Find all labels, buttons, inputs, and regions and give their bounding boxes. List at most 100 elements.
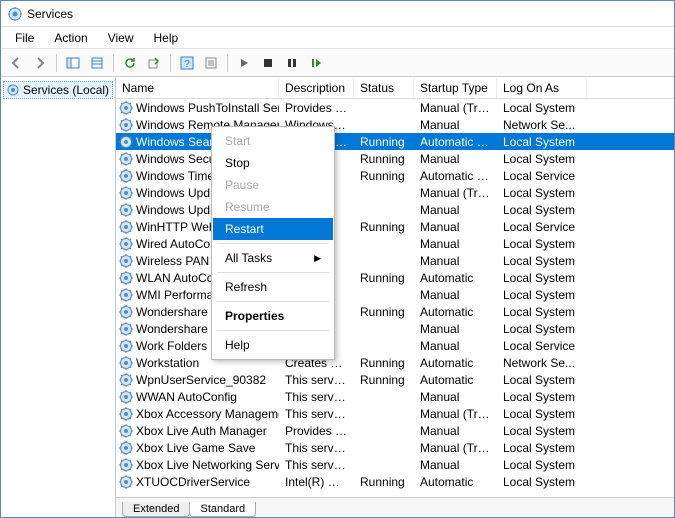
title-bar: Services — [1, 1, 674, 27]
service-startup: Manual — [414, 152, 497, 166]
tree-pane: Services (Local) — [1, 77, 116, 517]
col-header-status[interactable]: Status — [354, 78, 414, 98]
service-status: Running — [354, 475, 414, 489]
submenu-caret-icon: ▶ — [314, 253, 321, 264]
restart-service-button[interactable] — [305, 52, 327, 74]
service-startup: Automatic — [414, 475, 497, 489]
service-logon: Local Service — [497, 220, 587, 234]
services-icon — [6, 83, 20, 97]
service-desc: Intel(R) Over... — [279, 475, 354, 489]
service-name: XTUOCDriverService — [136, 475, 250, 489]
service-name: Windows Secu — [136, 152, 215, 166]
gear-icon — [119, 475, 133, 489]
export-list-button[interactable] — [86, 52, 108, 74]
menu-item-help[interactable]: Help — [213, 334, 333, 356]
service-logon: Local System — [497, 271, 587, 285]
service-row[interactable]: Windows PushToInstall Servi...Provides i… — [116, 99, 674, 116]
properties-button[interactable] — [200, 52, 222, 74]
menu-bar: File Action View Help — [1, 27, 674, 49]
service-startup: Manual (Trigg... — [414, 101, 497, 115]
service-startup: Manual (Trigg... — [414, 441, 497, 455]
tab-extended[interactable]: Extended — [122, 502, 190, 517]
service-row[interactable]: WLAN AutoCo...RunningAutomaticLocal Syst… — [116, 269, 674, 286]
col-header-name[interactable]: Name — [116, 78, 279, 98]
service-row[interactable]: Xbox Accessory Managemen...This service … — [116, 405, 674, 422]
menu-item-label: All Tasks — [225, 251, 272, 265]
service-row[interactable]: XTUOCDriverService Intel(R) Over...Runnin… — [116, 473, 674, 490]
service-logon: Local System — [497, 101, 587, 115]
service-row[interactable]: WorkstationCreates and ...RunningAutomat… — [116, 354, 674, 371]
service-startup: Manual — [414, 288, 497, 302]
service-list[interactable]: Windows PushToInstall Servi...Provides i… — [116, 99, 674, 497]
menu-item-refresh[interactable]: Refresh — [213, 276, 333, 298]
service-row[interactable]: Windows SearchProvides con...RunningAuto… — [116, 133, 674, 150]
col-header-logon[interactable]: Log On As — [497, 78, 587, 98]
separator — [227, 54, 228, 72]
refresh-button[interactable] — [119, 52, 141, 74]
service-row[interactable]: WMI Performa...ManualLocal System — [116, 286, 674, 303]
svg-text:?: ? — [184, 59, 190, 70]
service-startup: Manual — [414, 118, 497, 132]
menu-item-all-tasks[interactable]: All Tasks ▶ — [213, 247, 333, 269]
service-startup: Automatic (De... — [414, 135, 497, 149]
menu-file[interactable]: File — [5, 29, 44, 47]
show-hide-tree-button[interactable] — [62, 52, 84, 74]
service-row[interactable]: Windows Timel...RunningAutomatic (De...L… — [116, 167, 674, 184]
export-button[interactable] — [143, 52, 165, 74]
service-status: Running — [354, 373, 414, 387]
service-row[interactable]: WondersharerRunningAutomaticLocal System — [116, 303, 674, 320]
forward-button[interactable] — [29, 52, 51, 74]
service-row[interactable]: Windows Remote Managem...Windows Re...Ma… — [116, 116, 674, 133]
service-row[interactable]: Windows Upd...Manual (Trigg...Local Syst… — [116, 184, 674, 201]
tree-root-services-local[interactable]: Services (Local) — [3, 81, 113, 99]
gear-icon — [119, 101, 133, 115]
menu-view[interactable]: View — [98, 29, 144, 47]
service-logon: Local Service — [497, 339, 587, 353]
toolbar: ? — [1, 49, 674, 77]
service-startup: Manual — [414, 339, 497, 353]
help-button[interactable]: ? — [176, 52, 198, 74]
view-tabs: Extended Standard — [116, 497, 674, 517]
service-status: Running — [354, 271, 414, 285]
service-row[interactable]: WpnUserService_90382This service ...Runn… — [116, 371, 674, 388]
menu-item-restart[interactable]: Restart — [213, 218, 333, 240]
service-row[interactable]: Wired AutoCoManualLocal System — [116, 235, 674, 252]
service-row[interactable]: WWAN AutoConfigThis service ...ManualLoc… — [116, 388, 674, 405]
gear-icon — [119, 407, 133, 421]
menu-item-label: Properties — [225, 309, 284, 323]
service-startup: Manual — [414, 220, 497, 234]
menu-action[interactable]: Action — [44, 29, 97, 47]
menu-item-label: Pause — [225, 178, 259, 192]
stop-service-button[interactable] — [257, 52, 279, 74]
service-startup: Manual — [414, 424, 497, 438]
service-row[interactable]: Xbox Live Game SaveThis service ...Manua… — [116, 439, 674, 456]
service-row[interactable]: Windows UpdManualLocal System — [116, 201, 674, 218]
service-row[interactable]: Wireless PAN DManualLocal System — [116, 252, 674, 269]
gear-icon — [119, 458, 133, 472]
service-logon: Local System — [497, 152, 587, 166]
service-row[interactable]: Xbox Live Auth ManagerProvides aut...Man… — [116, 422, 674, 439]
menu-item-properties[interactable]: Properties — [213, 305, 333, 327]
service-logon: Local System — [497, 322, 587, 336]
service-status: Running — [354, 220, 414, 234]
gear-icon — [119, 271, 133, 285]
menu-item-stop[interactable]: Stop — [213, 152, 333, 174]
menu-separator — [217, 330, 329, 331]
gear-icon — [119, 441, 133, 455]
service-logon: Local System — [497, 424, 587, 438]
back-button[interactable] — [5, 52, 27, 74]
service-name: Work Folders — [136, 339, 207, 353]
gear-icon — [119, 390, 133, 404]
start-service-button[interactable] — [233, 52, 255, 74]
service-row[interactable]: WinHTTP Webn...RunningManualLocal Servic… — [116, 218, 674, 235]
pause-service-button[interactable] — [281, 52, 303, 74]
menu-help[interactable]: Help — [144, 29, 189, 47]
tab-standard[interactable]: Standard — [189, 502, 256, 517]
service-row[interactable]: Wondershare...ManualLocal System — [116, 320, 674, 337]
service-row[interactable]: Xbox Live Networking ServiceThis service… — [116, 456, 674, 473]
col-header-desc[interactable]: Description — [279, 78, 354, 98]
col-header-startup[interactable]: Startup Type — [414, 78, 497, 98]
service-row[interactable]: Windows Secue...RunningManualLocal Syste… — [116, 150, 674, 167]
service-row[interactable]: Work Folders...ManualLocal Service — [116, 337, 674, 354]
service-logon: Local System — [497, 135, 587, 149]
